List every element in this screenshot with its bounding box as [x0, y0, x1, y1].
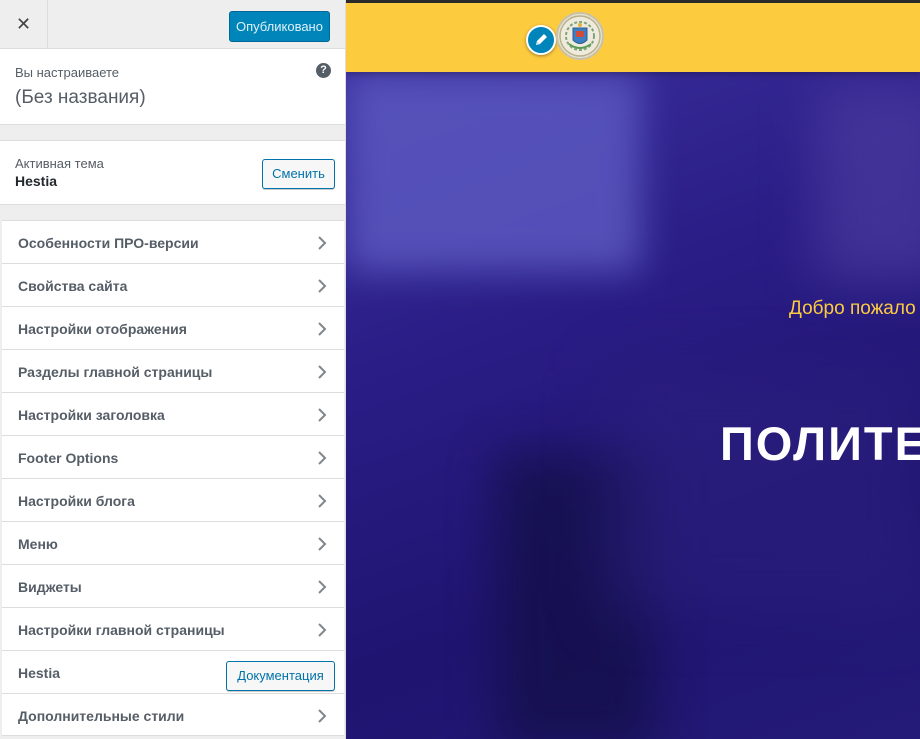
panel-label: Разделы главной страницы	[18, 364, 213, 380]
chevron-right-icon	[318, 580, 327, 594]
panel-label: Настройки главной страницы	[18, 622, 225, 638]
panel-homepage-settings[interactable]: Настройки главной страницы	[2, 607, 344, 650]
hero-background-shape	[816, 82, 920, 282]
chevron-right-icon	[318, 236, 327, 250]
chevron-right-icon	[318, 322, 327, 336]
chevron-right-icon	[318, 623, 327, 637]
hero-background-shape	[346, 72, 641, 272]
panel-label: Виджеты	[18, 579, 82, 595]
panel-menus[interactable]: Меню	[2, 521, 344, 564]
panel-label: Настройки заголовка	[18, 407, 165, 423]
publish-button[interactable]: Опубликовано	[229, 11, 330, 42]
site-logo[interactable]	[556, 12, 604, 60]
chevron-right-icon	[318, 494, 327, 508]
close-icon[interactable]: ✕	[0, 0, 48, 48]
panel-label: Настройки блога	[18, 493, 135, 509]
panel-label: Свойства сайта	[18, 278, 128, 294]
customizer-panel-list: Особенности ПРО-версии Свойства сайта На…	[2, 220, 344, 736]
panel-footer-options[interactable]: Footer Options	[2, 435, 344, 478]
active-theme-section: Активная тема Hestia Сменить	[0, 140, 345, 205]
active-theme-label: Активная тема	[15, 156, 104, 171]
customizer-info: Вы настраиваете (Без названия) ?	[0, 49, 345, 125]
active-theme-name: Hestia	[15, 173, 58, 189]
panel-frontpage-sections[interactable]: Разделы главной страницы	[2, 349, 344, 392]
chevron-right-icon	[318, 279, 327, 293]
panel-blog-settings[interactable]: Настройки блога	[2, 478, 344, 521]
panel-label: Footer Options	[18, 450, 119, 466]
hero-title: ПОЛИТЕ	[720, 417, 920, 470]
help-icon[interactable]: ?	[316, 63, 331, 78]
pencil-icon[interactable]	[526, 25, 556, 55]
chevron-right-icon	[318, 408, 327, 422]
hero-section	[346, 72, 920, 739]
customizer-sidebar: ✕ Опубликовано Вы настраиваете (Без назв…	[0, 0, 346, 739]
panel-widgets[interactable]: Виджеты	[2, 564, 344, 607]
site-preview: Добро пожало ПОЛИТЕ	[346, 0, 920, 739]
site-header	[346, 0, 920, 72]
panel-hestia-docs: Hestia Документация	[2, 650, 344, 693]
hero-subtitle: Добро пожало	[789, 298, 916, 319]
panel-label: Дополнительные стили	[18, 708, 185, 724]
documentation-button[interactable]: Документация	[226, 661, 335, 691]
panel-label: Меню	[18, 536, 58, 552]
panel-appearance-settings[interactable]: Настройки отображения	[2, 306, 344, 349]
panel-site-identity[interactable]: Свойства сайта	[2, 263, 344, 306]
panel-pro-features[interactable]: Особенности ПРО-версии	[2, 220, 344, 263]
change-theme-button[interactable]: Сменить	[262, 159, 335, 189]
chevron-right-icon	[318, 451, 327, 465]
chevron-right-icon	[318, 709, 327, 723]
customizer-header: ✕ Опубликовано	[0, 0, 345, 49]
panel-label: Настройки отображения	[18, 321, 187, 337]
chevron-right-icon	[318, 365, 327, 379]
panel-header-settings[interactable]: Настройки заголовка	[2, 392, 344, 435]
site-title: (Без названия)	[15, 87, 146, 108]
panel-label: Hestia	[18, 665, 61, 681]
chevron-right-icon	[318, 537, 327, 551]
panel-label: Особенности ПРО-версии	[18, 235, 199, 251]
panel-additional-css[interactable]: Дополнительные стили	[2, 693, 344, 736]
hero-background-shape	[606, 372, 920, 612]
customizing-label: Вы настраиваете	[15, 65, 120, 80]
